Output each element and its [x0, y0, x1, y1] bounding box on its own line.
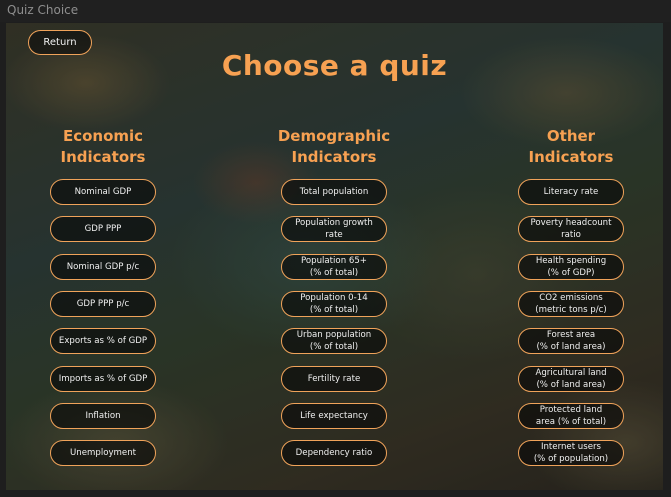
quiz-option-button[interactable]: Forest area (% of land area) — [518, 328, 624, 354]
quiz-option-button[interactable]: Population growth rate — [281, 216, 387, 242]
quiz-option-button[interactable]: Health spending (% of GDP) — [518, 254, 624, 280]
quiz-option-label: Imports as % of GDP — [58, 374, 148, 384]
quiz-option-button[interactable]: Population 0-14 (% of total) — [281, 291, 387, 317]
window-titlebar: Quiz Choice — [0, 0, 671, 22]
quiz-option-button[interactable]: GDP PPP p/c — [50, 291, 156, 317]
quiz-option-label: GDP PPP — [84, 224, 122, 234]
quiz-option-button[interactable]: Nominal GDP — [50, 179, 156, 205]
heading-line: Economic — [62, 127, 144, 145]
quiz-option-label: (% of land area) — [536, 342, 606, 352]
quiz-option-label: CO2 emissions — [539, 293, 603, 303]
other-indicators-heading: Other Indicators — [501, 126, 641, 168]
page-title: Choose a quiz — [221, 49, 448, 82]
quiz-option-label: Nominal GDP — [74, 187, 132, 197]
quiz-option-button[interactable]: Exports as % of GDP — [50, 328, 156, 354]
quiz-option-label: Population growth — [295, 218, 373, 228]
quiz-option-label: (% of population) — [533, 454, 609, 464]
quiz-option-button[interactable]: Population 65+ (% of total) — [281, 254, 387, 280]
quiz-option-label: Unemployment — [69, 448, 137, 458]
quiz-option-label: Dependency ratio — [295, 448, 373, 458]
quiz-option-button[interactable]: Agricultural land (% of land area) — [518, 366, 624, 392]
quiz-option-label: ratio — [561, 230, 581, 240]
quiz-option-label: (% of total) — [309, 305, 359, 315]
quiz-option-button[interactable]: Urban population (% of total) — [281, 328, 387, 354]
heading-line: Indicators — [528, 148, 614, 166]
quiz-option-button[interactable]: CO2 emissions (metric tons p/c) — [518, 291, 624, 317]
heading-line: Other — [546, 127, 596, 145]
quiz-option-label: (% of total) — [309, 268, 359, 278]
heading-line: Demographic — [277, 127, 391, 145]
quiz-option-button[interactable]: Protected land area (% of total) — [518, 403, 624, 429]
quiz-option-label: Agricultural land — [535, 368, 607, 378]
window-title: Quiz Choice — [7, 3, 79, 17]
quiz-option-label: GDP PPP p/c — [76, 299, 130, 309]
quiz-option-button[interactable]: Poverty headcount ratio — [518, 216, 624, 242]
quiz-option-button[interactable]: Life expectancy — [281, 403, 387, 429]
quiz-option-label: Population 0-14 — [300, 293, 368, 303]
quiz-option-button[interactable]: Unemployment — [50, 440, 156, 466]
quiz-option-label: Population 65+ — [300, 256, 368, 266]
quiz-option-label: Fertility rate — [307, 374, 361, 384]
quiz-option-label: (% of total) — [309, 342, 359, 352]
quiz-option-label: Forest area — [546, 330, 596, 340]
quiz-option-label: Protected land — [539, 405, 603, 415]
quiz-option-label: (% of GDP) — [547, 268, 595, 278]
quiz-option-label: area (% of total) — [535, 417, 607, 427]
economic-indicators-heading: Economic Indicators — [33, 126, 173, 168]
quiz-option-label: Inflation — [85, 411, 121, 421]
quiz-option-label: Internet users — [540, 442, 602, 452]
quiz-option-label: Urban population — [296, 330, 372, 340]
quiz-option-button[interactable]: Nominal GDP p/c — [50, 254, 156, 280]
heading-line: Indicators — [60, 148, 146, 166]
quiz-option-button[interactable]: Total population — [281, 179, 387, 205]
heading-line: Indicators — [291, 148, 377, 166]
quiz-option-button[interactable]: GDP PPP — [50, 216, 156, 242]
quiz-option-label: Health spending — [535, 256, 607, 266]
demographic-indicators-heading: Demographic Indicators — [264, 126, 404, 168]
quiz-option-button[interactable]: Literacy rate — [518, 179, 624, 205]
quiz-option-label: Life expectancy — [300, 411, 368, 421]
quiz-option-label: Total population — [299, 187, 369, 197]
quiz-option-label: Exports as % of GDP — [58, 336, 148, 346]
quiz-option-button[interactable]: Inflation — [50, 403, 156, 429]
quiz-option-label: Nominal GDP p/c — [66, 262, 140, 272]
quiz-option-label: (metric tons p/c) — [535, 305, 607, 315]
quiz-option-button[interactable]: Imports as % of GDP — [50, 366, 156, 392]
quiz-option-button[interactable]: Fertility rate — [281, 366, 387, 392]
quiz-option-label: (% of land area) — [536, 380, 606, 390]
quiz-option-label: Poverty headcount — [530, 218, 612, 228]
quiz-option-button[interactable]: Internet users (% of population) — [518, 440, 624, 466]
quiz-option-button[interactable]: Dependency ratio — [281, 440, 387, 466]
quiz-option-label: rate — [325, 230, 343, 240]
quiz-choice-panel: Return Choose a quiz Economic Indicators N… — [6, 23, 663, 490]
quiz-option-label: Literacy rate — [543, 187, 599, 197]
